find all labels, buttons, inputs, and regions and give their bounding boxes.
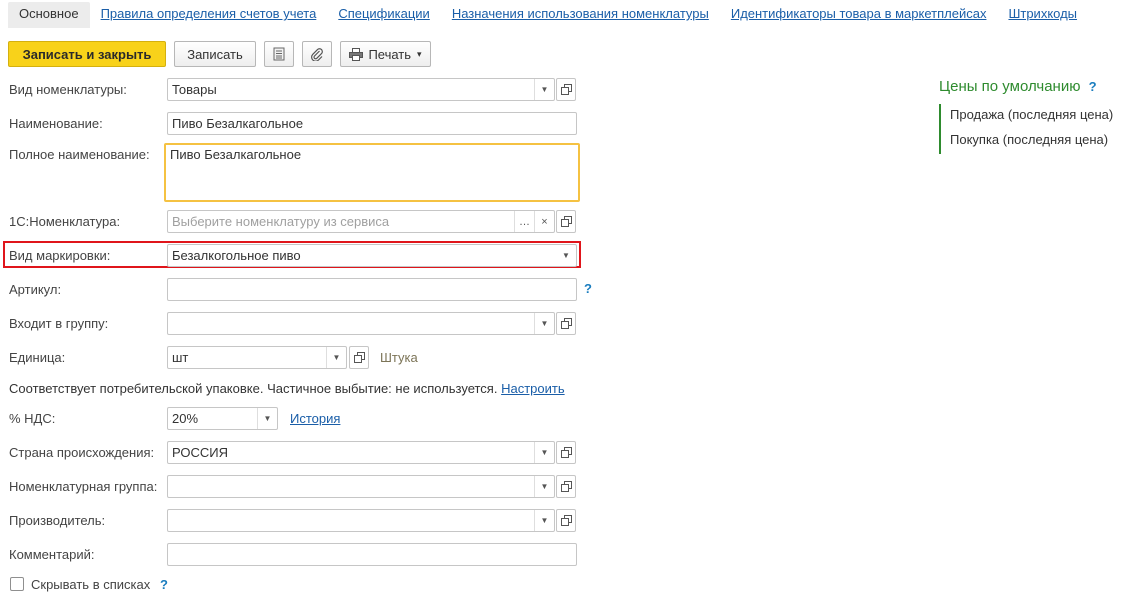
select-button[interactable]: … — [514, 211, 534, 232]
full-name-textarea[interactable]: Пиво Безалкагольное — [164, 143, 580, 202]
open-window-icon — [560, 318, 572, 329]
article-help-icon[interactable]: ? — [584, 281, 592, 296]
printer-icon — [349, 47, 364, 61]
full-name-label: Полное наименование: — [9, 147, 150, 162]
nomenclature-1c-label: 1С:Номенклатура: — [9, 214, 121, 229]
chevron-down-icon[interactable]: ▼ — [534, 313, 554, 334]
tab-accounting-rules[interactable]: Правила определения счетов учета — [90, 2, 328, 28]
chevron-down-icon: ▾ — [417, 48, 422, 59]
configure-link[interactable]: Настроить — [501, 381, 565, 396]
chevron-down-icon[interactable]: ▼ — [326, 347, 346, 368]
default-prices-title-text: Цены по умолчанию — [939, 78, 1081, 95]
nomenclature-1c-open-button[interactable] — [556, 210, 576, 233]
open-window-icon — [560, 84, 572, 95]
package-note-text: Соответствует потребительской упаковке. … — [9, 381, 498, 396]
marking-type-value: Безалкогольное пиво — [172, 248, 301, 263]
article-field[interactable] — [167, 278, 577, 301]
manufacturer-open-button[interactable] — [556, 509, 576, 532]
print-label: Печать — [368, 46, 412, 62]
item-type-field[interactable]: Товары ▼ — [167, 78, 555, 101]
save-button[interactable]: Записать — [174, 41, 256, 67]
tab-marketplace-ids[interactable]: Идентификаторы товара в маркетплейсах — [720, 2, 998, 28]
unit-open-button[interactable] — [349, 346, 369, 369]
article-label: Артикул: — [9, 282, 62, 297]
open-window-icon — [560, 447, 572, 458]
tab-usage-assignments[interactable]: Назначения использования номенклатуры — [441, 2, 720, 28]
open-window-icon — [560, 481, 572, 492]
tab-barcodes[interactable]: Штрихкоды — [997, 2, 1088, 28]
comment-label: Комментарий: — [9, 547, 95, 562]
item-type-open-button[interactable] — [556, 78, 576, 101]
name-value: Пиво Безалкагольное — [172, 116, 304, 131]
country-open-button[interactable] — [556, 441, 576, 464]
full-name-value: Пиво Безалкагольное — [170, 147, 302, 162]
vat-field[interactable]: 20% ▼ — [167, 407, 278, 430]
manufacturer-field[interactable]: ▼ — [167, 509, 555, 532]
attach-button[interactable] — [302, 41, 332, 67]
name-field[interactable]: Пиво Безалкагольное — [167, 112, 577, 135]
tab-main[interactable]: Основное — [8, 2, 90, 28]
item-type-label: Вид номенклатуры: — [9, 82, 127, 97]
group-label: Входит в группу: — [9, 316, 109, 331]
clear-icon[interactable]: × — [534, 211, 554, 232]
vat-history-link[interactable]: История — [290, 411, 340, 426]
country-field[interactable]: РОССИЯ ▼ — [167, 441, 555, 464]
default-prices-list: Продажа (последняя цена) Покупка (послед… — [939, 104, 1113, 154]
article-value — [168, 279, 576, 300]
country-value: РОССИЯ — [172, 445, 229, 460]
chevron-down-icon[interactable]: ▼ — [534, 79, 554, 100]
unit-label: Единица: — [9, 350, 66, 365]
price-purchase-item[interactable]: Покупка (последняя цена) — [950, 129, 1113, 154]
package-note: Соответствует потребительской упаковке. … — [9, 381, 565, 396]
chevron-down-icon[interactable]: ▼ — [556, 245, 576, 266]
open-window-icon — [560, 515, 572, 526]
comment-value — [168, 544, 576, 565]
group-value — [168, 313, 534, 334]
item-type-value: Товары — [172, 82, 217, 97]
document-list-icon — [273, 47, 285, 61]
vat-value: 20% — [172, 411, 199, 426]
marking-type-label: Вид маркировки: — [9, 248, 111, 263]
group-field[interactable]: ▼ — [167, 312, 555, 335]
chevron-down-icon[interactable]: ▼ — [534, 476, 554, 497]
chevron-down-icon[interactable]: ▼ — [257, 408, 277, 429]
hide-in-lists-label[interactable]: Скрывать в списках — [31, 577, 150, 592]
hide-in-lists-checkbox[interactable] — [10, 577, 24, 591]
vat-label: % НДС: — [9, 411, 56, 426]
item-group-open-button[interactable] — [556, 475, 576, 498]
default-prices-title: Цены по умолчанию ? — [939, 78, 1097, 95]
save-and-close-button[interactable]: Записать и закрыть — [8, 41, 166, 67]
print-button[interactable]: Печать ▾ — [340, 41, 431, 67]
open-window-icon — [560, 216, 572, 227]
hide-in-lists-help-icon[interactable]: ? — [160, 577, 168, 592]
manufacturer-label: Производитель: — [9, 513, 106, 528]
paperclip-icon — [311, 48, 323, 61]
comment-field[interactable] — [167, 543, 577, 566]
item-group-label: Номенклатурная группа: — [9, 479, 158, 494]
tab-bar: Основное Правила определения счетов учет… — [8, 2, 1088, 28]
item-group-field[interactable]: ▼ — [167, 475, 555, 498]
unit-value: шт — [172, 350, 189, 365]
country-label: Страна происхождения: — [9, 445, 155, 460]
report-button[interactable] — [264, 41, 294, 67]
open-window-icon — [353, 352, 365, 363]
unit-field[interactable]: шт ▼ — [167, 346, 347, 369]
chevron-down-icon[interactable]: ▼ — [534, 442, 554, 463]
toolbar: Записать и закрыть Записать Печать ▾ — [8, 41, 431, 67]
item-group-value — [168, 476, 534, 497]
nomenclature-1c-field[interactable]: Выберите номенклатуру из сервиса … × — [167, 210, 555, 233]
tab-specifications[interactable]: Спецификации — [327, 2, 441, 28]
nomenclature-1c-placeholder: Выберите номенклатуру из сервиса — [172, 214, 390, 229]
name-label: Наименование: — [9, 116, 103, 131]
chevron-down-icon[interactable]: ▼ — [534, 510, 554, 531]
default-prices-help-icon[interactable]: ? — [1089, 79, 1097, 94]
manufacturer-value — [168, 510, 534, 531]
marking-type-field[interactable]: Безалкогольное пиво ▼ — [167, 244, 577, 267]
group-open-button[interactable] — [556, 312, 576, 335]
unit-hint: Штука — [380, 350, 418, 365]
price-sale-item[interactable]: Продажа (последняя цена) — [950, 104, 1113, 129]
